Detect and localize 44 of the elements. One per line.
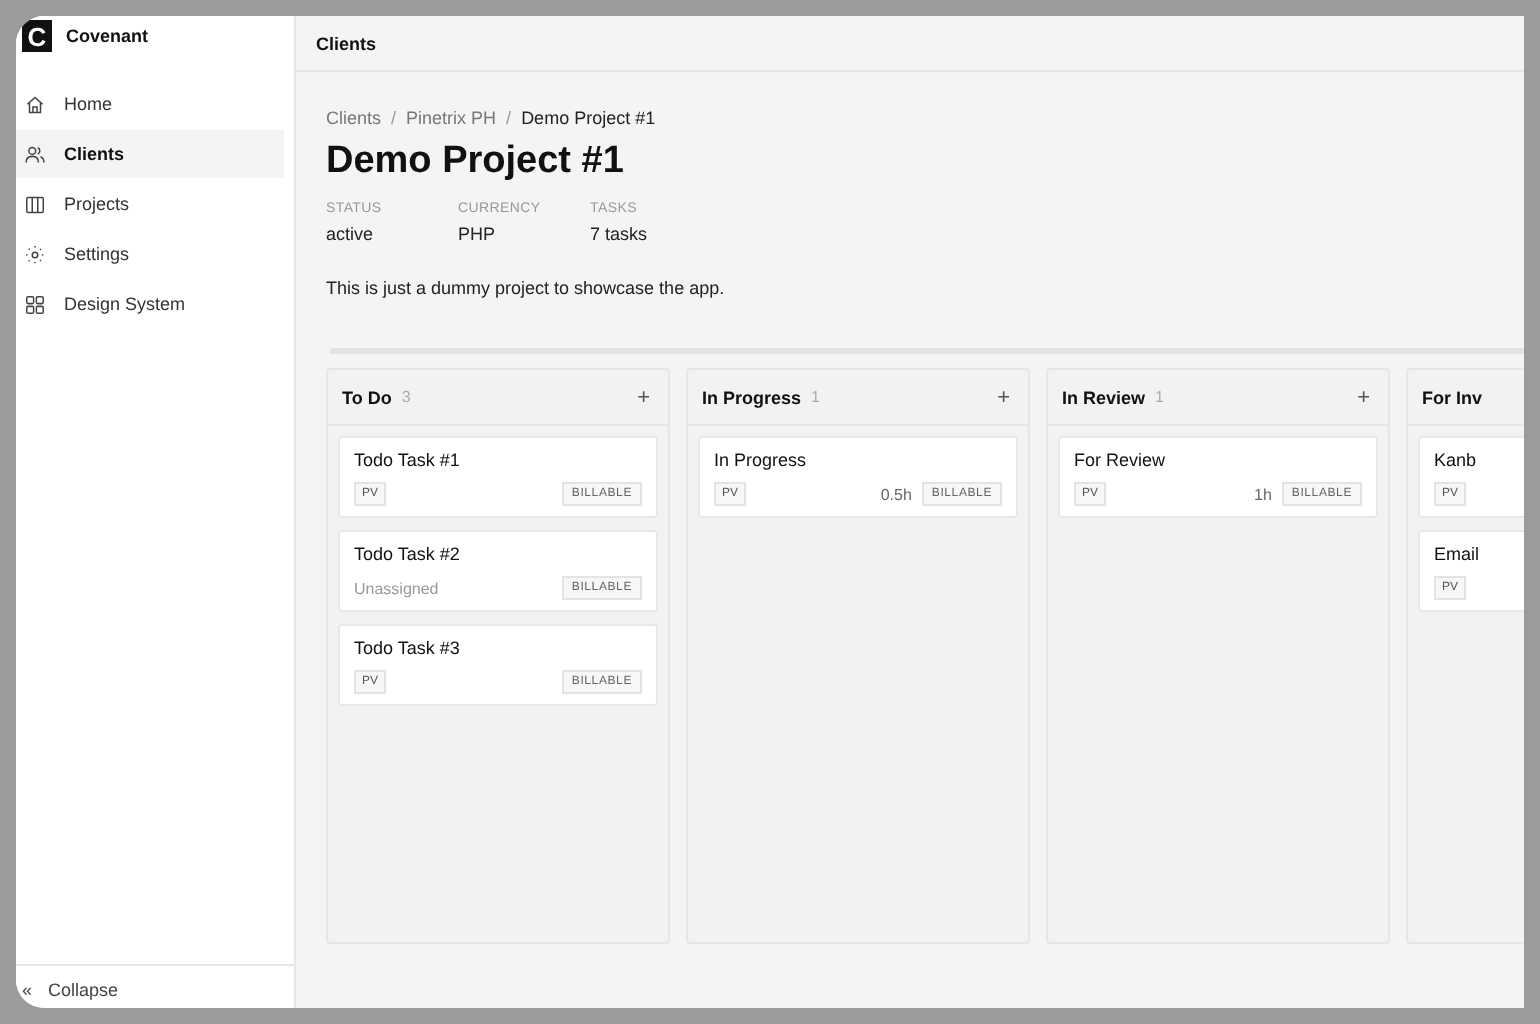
column-count: 1 bbox=[1155, 388, 1164, 406]
collapse-button[interactable]: « Collapse bbox=[22, 980, 119, 1000]
task-hours: 0.5h bbox=[880, 485, 912, 503]
users-icon bbox=[24, 143, 46, 165]
column-title: To Do bbox=[342, 387, 392, 407]
breadcrumb-link[interactable]: Pinetrix PH bbox=[406, 108, 497, 128]
add-task-button[interactable]: + bbox=[1357, 385, 1370, 409]
breadcrumb-separator: / bbox=[391, 108, 397, 128]
breadcrumb-link[interactable]: Clients bbox=[326, 108, 382, 128]
task-title: Kanb bbox=[1434, 450, 1479, 470]
grid-icon bbox=[24, 293, 46, 315]
assignee-label: Unassigned bbox=[354, 579, 439, 597]
column-title: In Review bbox=[1062, 387, 1146, 407]
page-header-title: Clients bbox=[316, 33, 377, 53]
breadcrumb-link[interactable]: Demo Project #1 bbox=[521, 108, 656, 128]
columns-icon bbox=[24, 193, 46, 215]
meta-value: active bbox=[326, 224, 376, 244]
sidebar-item[interactable]: Home bbox=[16, 80, 284, 128]
column-count: 3 bbox=[401, 388, 411, 406]
app-name: Covenant bbox=[66, 26, 149, 46]
task-title: Todo Task #2 bbox=[354, 544, 462, 564]
sidebar-item[interactable]: Settings bbox=[16, 230, 284, 278]
meta-value: PHP bbox=[458, 224, 498, 244]
task-title: For Review bbox=[1074, 450, 1168, 470]
column-count: 1 bbox=[811, 388, 820, 406]
task-title: Todo Task #1 bbox=[354, 450, 462, 470]
project-description: This is just a dummy project to showcase the app. bbox=[326, 278, 727, 298]
home-icon bbox=[24, 93, 46, 115]
column-title: In Progress bbox=[702, 387, 802, 407]
meta-value: 7 tasks bbox=[590, 224, 650, 244]
add-task-button[interactable]: + bbox=[997, 385, 1010, 409]
breadcrumb-separator: / bbox=[506, 108, 512, 128]
app-logo: C bbox=[22, 20, 52, 52]
column-title: For Inv bbox=[1422, 387, 1483, 407]
settings-icon bbox=[24, 243, 46, 265]
task-title: In Progress bbox=[714, 450, 809, 470]
project-title: Demo Project #1 bbox=[326, 140, 626, 184]
add-task-button[interactable]: + bbox=[637, 385, 650, 409]
task-title: Todo Task #3 bbox=[354, 638, 462, 658]
sidebar-item[interactable]: Clients bbox=[16, 130, 284, 178]
sidebar-item[interactable]: Design System bbox=[16, 280, 284, 328]
task-hours: 1h bbox=[1254, 485, 1272, 503]
sidebar-item[interactable]: Projects bbox=[16, 180, 284, 228]
task-title: Email bbox=[1434, 544, 1482, 564]
